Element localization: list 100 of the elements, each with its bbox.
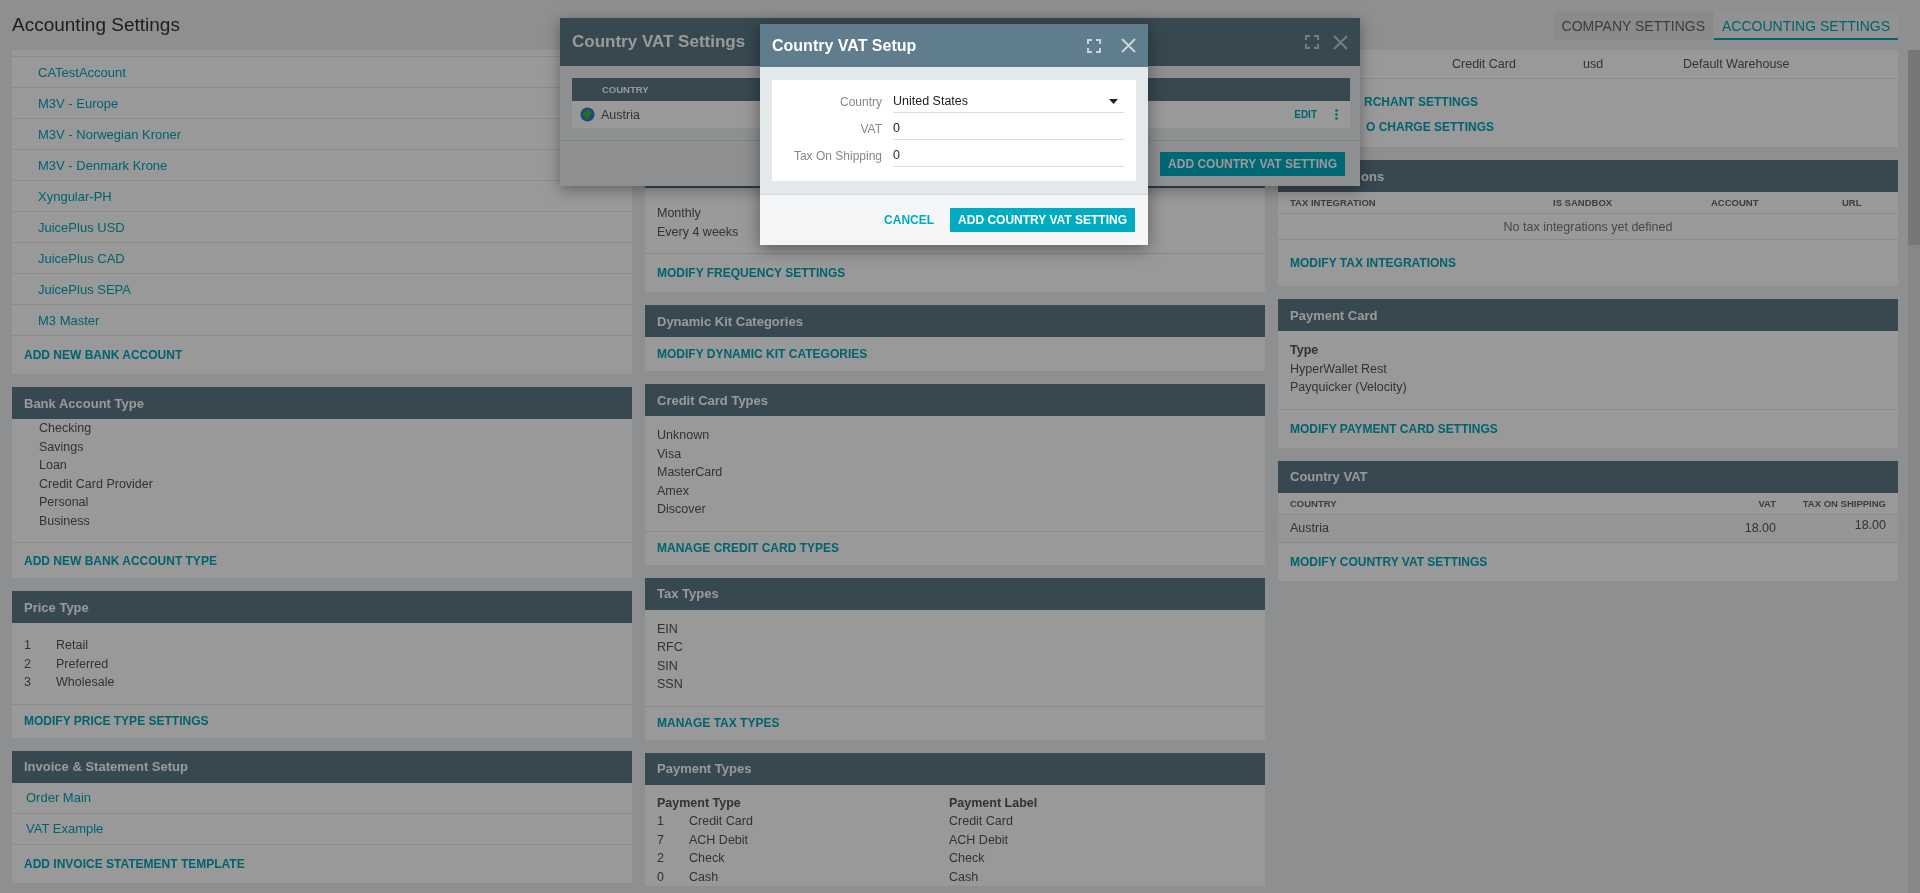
column-header: ACCOUNT [1711,197,1760,208]
column-header: TAX ON SHIPPING [1801,497,1886,509]
bank-account-link[interactable]: M3 Master [38,312,100,328]
payment-type-name: Check [689,850,725,867]
field-label: Country [838,95,882,111]
payment-type-id: 1 [657,813,665,830]
dialog-title: Country VAT Settings [572,32,746,52]
list-item: Credit Card Provider [39,475,153,493]
column-header: VAT [1757,497,1776,509]
list-item: Checking [39,420,92,437]
list-item: Loan [39,457,67,474]
template-link[interactable]: Order Main [26,790,92,805]
credit-card-type: Visa [657,445,682,463]
bank-account-link[interactable]: Xyngular-PH [38,188,112,204]
payment-label: Credit Card [949,813,1013,830]
card-header: Dynamic Kit Categories [645,305,1265,337]
frequency-item: Monthly [657,205,701,222]
list-item: Personal [39,494,89,511]
payment-label: ACH Debit [949,831,1009,849]
tax-type: RFC [657,639,683,656]
table-cell-text: usd [1583,57,1605,71]
page-title: Accounting Settings [12,14,180,36]
bank-account-link[interactable]: JuicePlus SEPA [38,281,131,297]
price-type-name: Preferred [56,655,109,673]
price-type-name: Wholesale [56,674,115,691]
expand-icon[interactable] [1087,38,1101,53]
modify-dynamic-kit-link[interactable]: MODIFY DYNAMIC KIT CATEGORIES [645,337,1265,371]
cancel-button[interactable]: CANCEL [884,209,935,231]
column-header: TAX INTEGRATION [1290,197,1377,208]
add-bank-account-link[interactable]: ADD NEW BANK ACCOUNT [12,336,632,374]
bank-account-link[interactable]: CATestAccount [38,64,126,80]
template-link[interactable]: VAT Example [26,821,104,836]
payment-type-name: Cash [689,868,719,886]
edit-link[interactable]: EDIT [1294,109,1317,120]
modify-tax-integrations-link[interactable]: MODIFY TAX INTEGRATIONS [1278,240,1898,286]
field-label: Tax On Shipping [792,149,882,165]
payment-label: Check [949,850,985,867]
modify-price-type-link[interactable]: MODIFY PRICE TYPE SETTINGS [12,704,632,738]
field-label: VAT [859,122,882,138]
bank-account-link[interactable]: M3V - Norwegian Kroner [38,126,182,142]
settings-tab[interactable]: COMPANY SETTINGS [1553,12,1713,40]
payment-type-id: 7 [657,831,665,849]
payment-card-type: Payquicker (Velocity) [1290,379,1407,396]
payment-type-id: 2 [657,850,665,867]
more-icon[interactable] [1335,109,1338,120]
card-header: Bank Account Type [12,387,632,419]
bank-account-link[interactable]: M3V - Europe [38,95,119,111]
column-header: IS SANDBOX [1553,197,1614,208]
card-header: Payment Types [645,752,1265,785]
caret-icon [1109,98,1118,104]
table-cell-text: Default Warehouse [1683,57,1791,71]
column-heading: Payment Type [657,794,741,812]
settings-tab[interactable]: ACCOUNTING SETTINGS [1714,12,1898,40]
price-type-id: 3 [24,674,32,691]
scrollbar[interactable] [1908,50,1920,893]
modify-payment-card-link[interactable]: MODIFY PAYMENT CARD SETTINGS [1278,409,1898,448]
tax-type: EIN [657,620,678,638]
add-bank-account-type-link[interactable]: ADD NEW BANK ACCOUNT TYPE [12,543,632,578]
manage-tax-types-link[interactable]: MANAGE TAX TYPES [645,706,1265,740]
card-header: Tax Types [645,577,1265,610]
table-cell-text: 18.00 [1853,518,1886,532]
close-icon[interactable] [1333,34,1348,50]
card-header: Payment Card [1278,299,1898,331]
table-cell-text: Austria [1290,521,1330,535]
price-type-id: 1 [24,637,32,654]
tax-type: SSN [657,676,683,693]
card-header: Country VAT [1278,460,1898,493]
card-header: Price Type [12,591,632,623]
add-country-vat-button[interactable]: ADD COUNTRY VAT SETTING [950,208,1135,232]
credit-card-type: Unknown [657,427,710,444]
card-header: Credit Card Types [645,384,1265,416]
payment-card-type: HyperWallet Rest [1290,360,1387,378]
table-cell-text: 18.00 [1743,521,1776,535]
frequency-item: Every 4 weeks [657,223,739,241]
modify-frequency-link[interactable]: MODIFY FREQUENCY SETTINGS [645,254,1265,292]
payment-type-name: Credit Card [689,813,753,830]
column-header: COUNTRY [1290,497,1338,509]
dialog-title: Country VAT Setup [772,36,917,55]
add-country-vat-button[interactable]: ADD COUNTRY VAT SETTING [1160,151,1345,176]
manage-credit-card-types-link[interactable]: MANAGE CREDIT CARD TYPES [645,531,1265,565]
credit-card-type: Amex [657,482,689,500]
country-select[interactable]: United States [893,90,1124,113]
add-invoice-template-link[interactable]: ADD INVOICE STATEMENT TEMPLATE [12,844,632,883]
column-header: COUNTRY [602,84,649,95]
close-icon[interactable] [1121,38,1136,53]
bank-account-link[interactable]: M3V - Denmark Krone [38,157,168,173]
credit-card-type: Discover [657,501,706,518]
list-item: Savings [39,438,84,456]
list-heading: Type [1290,342,1319,359]
empty-message: No tax integrations yet defined [1503,219,1673,234]
list-item: Business [39,512,90,530]
card-header: Invoice & Statement Setup [12,750,632,783]
table-cell-text: Credit Card [1452,57,1517,71]
modify-country-vat-link[interactable]: MODIFY COUNTRY VAT SETTINGS [1278,542,1898,581]
expand-icon[interactable] [1305,35,1319,49]
bank-account-link[interactable]: JuicePlus CAD [38,250,125,266]
bank-account-link[interactable]: JuicePlus USD [38,219,125,235]
column-header: URL [1842,197,1863,208]
payment-label: Cash [949,868,979,886]
globe-icon [580,107,595,122]
